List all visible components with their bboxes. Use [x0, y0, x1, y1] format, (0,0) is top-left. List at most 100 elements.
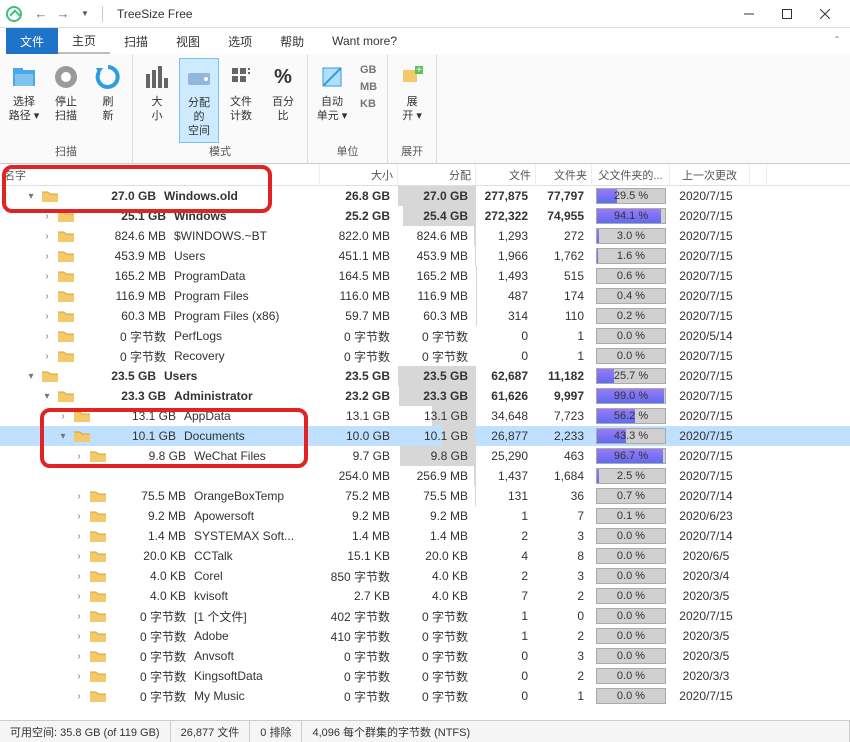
chevron-icon[interactable]: ›: [72, 631, 86, 642]
chevron-icon[interactable]: ›: [72, 511, 86, 522]
auto-unit-button[interactable]: 自动 单元 ▾: [312, 58, 352, 128]
col-name[interactable]: 名字: [0, 164, 320, 185]
tree-row[interactable]: ›824.6 MB$WINDOWS.~BT822.0 MB824.6 MB1,2…: [0, 226, 850, 246]
ribbon-collapse-button[interactable]: ˆ: [824, 28, 850, 54]
col-size[interactable]: 大小: [320, 164, 398, 185]
tree-row[interactable]: ›25.1 GBWindows25.2 GB25.4 GB272,32274,9…: [0, 206, 850, 226]
chevron-icon[interactable]: ›: [72, 691, 86, 702]
cell-files: 7: [476, 589, 536, 603]
chevron-icon[interactable]: ›: [72, 611, 86, 622]
forward-button[interactable]: →: [52, 4, 74, 24]
chevron-icon[interactable]: ▾: [24, 371, 38, 382]
close-button[interactable]: [806, 0, 844, 28]
chevron-icon[interactable]: ▾: [40, 391, 54, 402]
tree-row[interactable]: ›116.9 MBProgram Files116.0 MB116.9 MB48…: [0, 286, 850, 306]
select-path-button[interactable]: 选择 路径 ▾: [4, 58, 44, 128]
row-size-label: 20.0 KB: [110, 549, 186, 563]
col-files[interactable]: 文件: [476, 164, 536, 185]
chevron-icon[interactable]: ›: [72, 571, 86, 582]
chevron-icon[interactable]: ›: [72, 651, 86, 662]
cell-alloc: 824.6 MB: [398, 226, 476, 246]
tree-row[interactable]: ›9.2 MBApowersoft9.2 MB9.2 MB170.1 %2020…: [0, 506, 850, 526]
chevron-icon[interactable]: ›: [40, 311, 54, 322]
tree-row[interactable]: ▾23.5 GBUsers23.5 GB23.5 GB62,68711,1822…: [0, 366, 850, 386]
ribbon-group-scan: 选择 路径 ▾ 停止 扫描 刷 新 扫描: [0, 54, 133, 163]
chevron-icon[interactable]: ›: [72, 591, 86, 602]
tree-row[interactable]: ›4.0 KBkvisoft2.7 KB4.0 KB720.0 %2020/3/…: [0, 586, 850, 606]
tab-scan[interactable]: 扫描: [110, 28, 162, 54]
cell-date: 2020/7/15: [670, 429, 750, 443]
row-name: $WINDOWS.~BT: [174, 229, 267, 243]
tree-row[interactable]: ›1.4 MBSYSTEMAX Soft...1.4 MB1.4 MB230.0…: [0, 526, 850, 546]
tree-row[interactable]: ›0 字节数My Music0 字节数0 字节数010.0 %2020/7/15: [0, 686, 850, 706]
chevron-icon[interactable]: ›: [72, 551, 86, 562]
tab-wantmore[interactable]: Want more?: [318, 28, 411, 54]
col-date[interactable]: 上一次更改: [670, 164, 750, 185]
tree-row[interactable]: ▾23.3 GBAdministrator23.2 GB23.3 GB61,62…: [0, 386, 850, 406]
tree-row[interactable]: ›20.0 KBCCTalk15.1 KB20.0 KB480.0 %2020/…: [0, 546, 850, 566]
chevron-icon[interactable]: ›: [72, 451, 86, 462]
mode-allocated-button[interactable]: 分配的 空间: [179, 58, 219, 143]
tree-row[interactable]: ›0 字节数Recovery0 字节数0 字节数010.0 %2020/7/15: [0, 346, 850, 366]
tree-row[interactable]: ›0 字节数[1 个文件]402 字节数0 字节数100.0 %2020/7/1…: [0, 606, 850, 626]
tree-row[interactable]: ›60.3 MBProgram Files (x86)59.7 MB60.3 M…: [0, 306, 850, 326]
chevron-icon[interactable]: ›: [72, 491, 86, 502]
mode-filecount-button[interactable]: 文件 计数: [221, 58, 261, 128]
tree-row[interactable]: ▾10.1 GBDocuments10.0 GB10.1 GB26,8772,2…: [0, 426, 850, 446]
unit-mb-button[interactable]: MB: [354, 79, 383, 95]
tab-home[interactable]: 主页: [58, 28, 110, 54]
col-pct[interactable]: 父文件夹的...: [592, 164, 670, 185]
cell-files: 0: [476, 689, 536, 703]
chevron-icon[interactable]: ›: [40, 211, 54, 222]
chevron-icon[interactable]: ▾: [24, 191, 38, 202]
expand-button[interactable]: + 展 开 ▾: [392, 58, 432, 128]
tree-row[interactable]: ›0 字节数Adobe410 字节数0 字节数120.0 %2020/3/5: [0, 626, 850, 646]
refresh-button[interactable]: 刷 新: [88, 58, 128, 128]
cell-pct: 3.0 %: [592, 228, 670, 244]
tree-row[interactable]: ›165.2 MBProgramData164.5 MB165.2 MB1,49…: [0, 266, 850, 286]
tab-help[interactable]: 帮助: [266, 28, 318, 54]
row-size-label: 116.9 MB: [78, 289, 166, 303]
tree-row[interactable]: ›0 字节数KingsoftData0 字节数0 字节数020.0 %2020/…: [0, 666, 850, 686]
stop-icon: [51, 62, 81, 92]
tree-view[interactable]: ▾27.0 GBWindows.old26.8 GB27.0 GB277,875…: [0, 186, 850, 720]
chevron-icon[interactable]: ›: [56, 411, 70, 422]
col-alloc[interactable]: 分配: [398, 164, 476, 185]
chevron-icon[interactable]: ▾: [56, 431, 70, 442]
unit-kb-button[interactable]: KB: [354, 96, 383, 112]
chevron-icon[interactable]: ›: [40, 271, 54, 282]
tab-view[interactable]: 视图: [162, 28, 214, 54]
minimize-button[interactable]: [730, 0, 768, 28]
tree-row[interactable]: ›453.9 MBUsers451.1 MB453.9 MB1,9661,762…: [0, 246, 850, 266]
cell-size: 0 字节数: [320, 648, 398, 665]
dropdown-button[interactable]: ▼: [74, 4, 96, 24]
tree-row[interactable]: ›0 字节数Anvsoft0 字节数0 字节数030.0 %2020/3/5: [0, 646, 850, 666]
tree-row[interactable]: ›9.8 GBWeChat Files9.7 GB9.8 GB25,290463…: [0, 446, 850, 466]
mode-size-button[interactable]: 大 小: [137, 58, 177, 128]
chevron-icon[interactable]: ›: [72, 671, 86, 682]
tree-row[interactable]: ▾27.0 GBWindows.old26.8 GB27.0 GB277,875…: [0, 186, 850, 206]
tree-row[interactable]: ›4.0 KBCorel850 字节数4.0 KB230.0 %2020/3/4: [0, 566, 850, 586]
col-folders[interactable]: 文件夹: [536, 164, 592, 185]
chevron-icon[interactable]: ›: [40, 231, 54, 242]
tab-file[interactable]: 文件: [6, 28, 58, 54]
back-button[interactable]: ←: [30, 4, 52, 24]
cell-pct: 0.0 %: [592, 568, 670, 584]
mode-percent-button[interactable]: % 百分 比: [263, 58, 303, 128]
tab-options[interactable]: 选项: [214, 28, 266, 54]
stop-scan-button[interactable]: 停止 扫描: [46, 58, 86, 128]
tree-row[interactable]: ›0 字节数PerfLogs0 字节数0 字节数010.0 %2020/5/14: [0, 326, 850, 346]
maximize-button[interactable]: [768, 0, 806, 28]
tree-row[interactable]: ›13.1 GBAppData13.1 GB13.1 GB34,6487,723…: [0, 406, 850, 426]
chevron-icon[interactable]: ›: [40, 291, 54, 302]
tree-row[interactable]: 254.0 MB256.9 MB1,4371,6842.5 %2020/7/15: [0, 466, 850, 486]
chevron-icon[interactable]: ›: [40, 251, 54, 262]
unit-gb-button[interactable]: GB: [354, 62, 383, 78]
cell-pct: 56.2 %: [592, 408, 670, 424]
tree-row[interactable]: ›75.5 MBOrangeBoxTemp75.2 MB75.5 MB13136…: [0, 486, 850, 506]
chevron-icon[interactable]: ›: [72, 531, 86, 542]
chevron-icon[interactable]: ›: [40, 331, 54, 342]
refresh-icon: [93, 62, 123, 92]
chevron-icon[interactable]: ›: [40, 351, 54, 362]
cell-files: 487: [476, 289, 536, 303]
